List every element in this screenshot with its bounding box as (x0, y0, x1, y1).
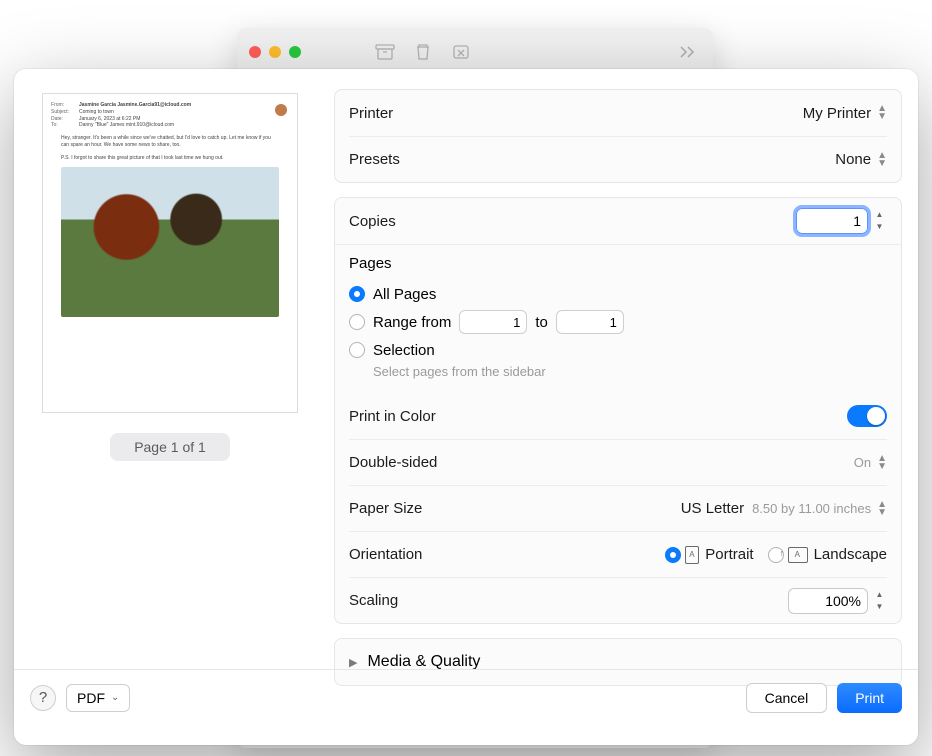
color-toggle[interactable] (847, 405, 887, 427)
close-icon[interactable] (249, 46, 261, 58)
copies-input[interactable] (796, 208, 868, 234)
dropdown-icon (877, 152, 887, 168)
step-down-icon[interactable]: ▼ (872, 221, 887, 233)
preview-subject-label: Subject: (51, 109, 75, 116)
pages-range-option[interactable]: Range from to (349, 308, 887, 336)
dropdown-icon (877, 455, 887, 471)
scaling-input[interactable] (788, 588, 868, 614)
range-from-input[interactable] (459, 310, 527, 334)
overflow-icon (673, 40, 701, 64)
paper-label: Paper Size (349, 500, 422, 517)
cancel-button[interactable]: Cancel (746, 683, 828, 713)
duplex-label: Double-sided (349, 454, 437, 471)
printer-value: My Printer (803, 105, 871, 122)
orientation-label: Orientation (349, 546, 422, 563)
step-up-icon[interactable]: ▲ (872, 209, 887, 221)
scaling-label: Scaling (349, 592, 398, 609)
preview-subject: Coming to town (79, 109, 114, 116)
preview-photo (61, 167, 279, 317)
dialog-footer: ? PDF ⌄ Cancel Print (14, 669, 918, 725)
paper-size-row[interactable]: Paper Size US Letter 8.50 by 11.00 inche… (349, 485, 887, 531)
preview-date-label: Date: (51, 116, 75, 123)
trash-icon (409, 40, 437, 64)
copies-row: Copies ▲ ▼ (349, 198, 887, 244)
dropdown-icon (877, 501, 887, 517)
copies-stepper[interactable]: ▲ ▼ (796, 208, 887, 234)
preview-date: January 6, 2023 at 6:22 PM (79, 116, 140, 123)
selection-label: Selection (373, 342, 435, 359)
color-label: Print in Color (349, 408, 436, 425)
paper-value: US Letter (681, 500, 744, 517)
presets-label: Presets (349, 151, 400, 168)
print-dialog: From: Jasmine Garcia Jasmine.Garcia91@icl… (14, 69, 918, 745)
orientation-row: Orientation Portrait Landscape (349, 531, 887, 577)
printer-presets-card: Printer My Printer Presets None (334, 89, 902, 183)
scaling-row: Scaling ▲ ▼ (349, 577, 887, 623)
copies-label: Copies (349, 213, 396, 230)
help-button[interactable]: ? (30, 685, 56, 711)
preview-to-label: To: (51, 122, 75, 129)
radio-icon[interactable] (349, 314, 365, 330)
print-options-card: Copies ▲ ▼ Pages (334, 197, 902, 624)
preview-pane: From: Jasmine Garcia Jasmine.Garcia91@icl… (14, 69, 324, 669)
paper-dims: 8.50 by 11.00 inches (752, 501, 871, 516)
range-prefix: Range from (373, 314, 451, 331)
avatar-icon (275, 104, 287, 116)
presets-row[interactable]: Presets None (349, 136, 887, 182)
archive-icon (371, 40, 399, 64)
pages-block: Pages All Pages Range from to (335, 244, 901, 393)
print-in-color-row: Print in Color (349, 393, 887, 439)
junk-icon (447, 40, 475, 64)
page-preview: From: Jasmine Garcia Jasmine.Garcia91@icl… (42, 93, 298, 413)
preview-from-label: From: (51, 102, 75, 109)
page-indicator: Page 1 of 1 (110, 433, 230, 461)
selection-hint: Select pages from the sidebar (373, 364, 887, 379)
radio-icon[interactable] (349, 286, 365, 302)
pages-all-label: All Pages (373, 286, 436, 303)
preview-body-1: Hey, stranger. It's been a while since w… (61, 135, 279, 149)
step-up-icon[interactable]: ▲ (872, 589, 887, 601)
range-to-label: to (535, 314, 548, 331)
duplex-value: On (854, 455, 871, 470)
portrait-label[interactable]: Portrait (705, 546, 753, 563)
dropdown-icon (877, 105, 887, 121)
double-sided-row[interactable]: Double-sided On (349, 439, 887, 485)
scaling-stepper[interactable]: ▲ ▼ (788, 588, 887, 614)
window-traffic-lights (249, 46, 361, 58)
landscape-label[interactable]: Landscape (814, 546, 887, 563)
portrait-icon (685, 546, 699, 564)
preview-from: Jasmine Garcia Jasmine.Garcia91@icloud.c… (79, 102, 191, 109)
landscape-icon (788, 547, 808, 563)
radio-icon[interactable] (349, 342, 365, 358)
preview-to: Danny "Blue" James mint.910@icloud.com (79, 122, 174, 129)
print-button[interactable]: Print (837, 683, 902, 713)
printer-row[interactable]: Printer My Printer (349, 90, 887, 136)
minimize-icon[interactable] (269, 46, 281, 58)
range-to-input[interactable] (556, 310, 624, 334)
pages-selection-option[interactable]: Selection (349, 336, 887, 364)
pages-label: Pages (349, 255, 887, 272)
step-down-icon[interactable]: ▼ (872, 601, 887, 613)
presets-value: None (835, 151, 871, 168)
fullscreen-icon[interactable] (289, 46, 301, 58)
pdf-menu-button[interactable]: PDF ⌄ (66, 684, 130, 712)
pdf-label: PDF (77, 690, 105, 706)
preview-body-2: P.S. I forgot to share this great pictur… (61, 155, 279, 162)
pages-all-option[interactable]: All Pages (349, 280, 887, 308)
chevron-right-icon: ▶ (349, 656, 357, 669)
chevron-down-icon: ⌄ (111, 692, 119, 703)
printer-label: Printer (349, 105, 393, 122)
